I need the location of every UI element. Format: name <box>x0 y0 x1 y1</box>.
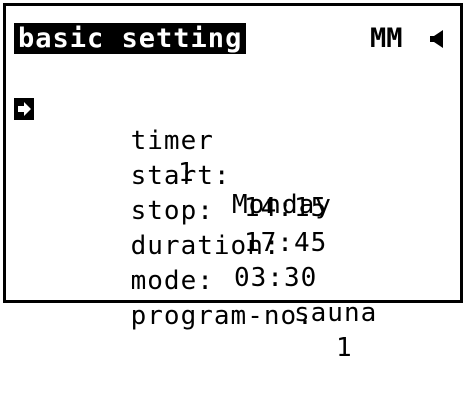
unit-indicator: MM <box>370 23 403 54</box>
program-no-value: 1 <box>336 333 353 363</box>
speaker-icon <box>430 30 443 48</box>
lcd-screen: basic setting MM timer 1 Monday start: 1… <box>0 0 466 363</box>
menu-row-program-no[interactable]: program-no. 1 <box>64 268 454 396</box>
screen-title: basic setting <box>14 23 247 54</box>
program-no-label: program-no. <box>130 301 314 331</box>
selection-arrow-icon <box>14 98 34 120</box>
